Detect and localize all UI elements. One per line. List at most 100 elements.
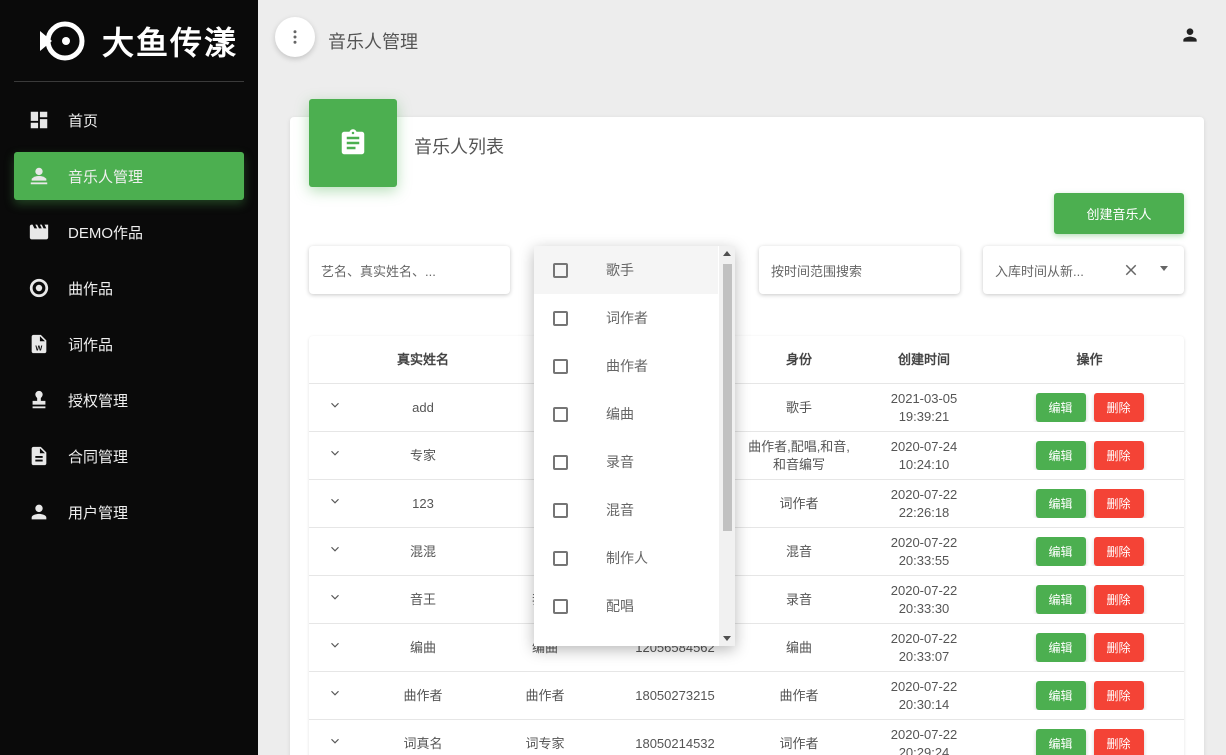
delete-button[interactable]: 删除 <box>1093 681 1144 710</box>
dropdown-option[interactable]: 录音 <box>534 438 718 486</box>
delete-button[interactable]: 删除 <box>1093 633 1144 662</box>
cell-created-date: 2020-07-22 <box>890 486 958 502</box>
stamp-icon <box>28 389 50 411</box>
chevron-down-icon <box>328 736 342 751</box>
chevron-down-icon[interactable] <box>1160 266 1168 271</box>
chevron-down-icon <box>328 448 342 463</box>
topbar: 音乐人管理 <box>258 0 1226 76</box>
table-row[interactable]: 音王我不录音2020-07-2220:33:30编辑删除 <box>309 576 1184 624</box>
edit-button[interactable]: 编辑 <box>1035 633 1086 662</box>
table-row[interactable]: 编曲 编曲 12056584562 编曲 2020-07-22 20:33:07 编辑 删除 <box>309 624 1184 672</box>
dropdown-option[interactable]: 歌手 <box>534 246 718 294</box>
dropdown-scrollbar[interactable] <box>719 246 735 646</box>
dropdown-option[interactable]: 混音 <box>534 486 718 534</box>
expand-row-button[interactable] <box>309 542 361 561</box>
sidebar: 大鱼传漾 首页 音乐人管理 DEMO作品 曲作品 W 词作品 授权管理 合同管理… <box>0 0 258 755</box>
scrollbar-thumb[interactable] <box>723 264 732 531</box>
sidebar-item-users[interactable]: 用户管理 <box>14 488 244 536</box>
table-row[interactable]: 123 词作者 2020-07-22 22:26:18 编辑 删除 <box>309 480 1184 528</box>
cell-identity: 混音 <box>785 543 812 559</box>
vinyl-icon <box>28 277 50 299</box>
scroll-down-icon[interactable] <box>723 636 731 641</box>
dropdown-option[interactable]: 曲作者 <box>534 342 718 390</box>
table-row[interactable]: 混混混混音2020-07-2220:33:55编辑删除 <box>309 528 1184 576</box>
column-header-created[interactable]: 创建时间 <box>853 351 995 369</box>
cell-created-date: 2020-07-22 <box>890 582 958 598</box>
sidebar-item-contracts[interactable]: 合同管理 <box>14 432 244 480</box>
cell-created-date: 2020-07-22 <box>890 534 958 550</box>
sidebar-item-home[interactable]: 首页 <box>14 96 244 144</box>
dropdown-option-label: 编曲 <box>606 406 634 422</box>
checkbox[interactable] <box>553 598 568 614</box>
dropdown-option[interactable]: 词作者 <box>534 294 718 342</box>
more-menu-button[interactable] <box>275 17 315 57</box>
cell-created-time: 22:26:18 <box>898 504 950 520</box>
sidebar-item-demo[interactable]: DEMO作品 <box>14 208 244 256</box>
checkbox[interactable] <box>553 454 568 470</box>
dropdown-option[interactable]: 配唱 <box>534 582 718 630</box>
cell-created-date: 2020-07-24 <box>890 438 958 454</box>
dropdown-option[interactable]: 编曲 <box>534 390 718 438</box>
sidebar-item-lyrics[interactable]: W 词作品 <box>14 320 244 368</box>
checkbox[interactable] <box>553 262 568 278</box>
delete-button[interactable]: 删除 <box>1093 393 1144 422</box>
sort-select[interactable]: 入库时间从新... <box>983 246 1184 294</box>
expand-row-button[interactable] <box>309 446 361 465</box>
sidebar-item-licenses[interactable]: 授权管理 <box>14 376 244 424</box>
table-row[interactable]: 词真名 词专家 18050214532 词作者 2020-07-22 20:29:24 编辑… <box>309 720 1184 755</box>
table-header: 真实姓名 身份 创建时间 操作 <box>309 336 1184 384</box>
person-icon <box>28 501 50 523</box>
expand-row-button[interactable] <box>309 590 361 609</box>
table-row[interactable]: add 歌手 2021-03-05 19:39:21 编辑 删除 <box>309 384 1184 432</box>
create-musician-button[interactable]: 创建音乐人 <box>1054 193 1184 234</box>
sidebar-item-label: 合同管理 <box>68 448 129 466</box>
delete-button[interactable]: 删除 <box>1093 585 1144 614</box>
edit-button[interactable]: 编辑 <box>1035 681 1086 710</box>
checkbox[interactable] <box>553 358 568 374</box>
delete-button[interactable]: 删除 <box>1093 537 1144 566</box>
delete-button[interactable]: 删除 <box>1093 729 1144 755</box>
column-header-identity[interactable]: 身份 <box>745 351 853 369</box>
checkbox[interactable] <box>553 310 568 326</box>
search-input[interactable]: 艺名、真实姓名、... <box>309 246 510 294</box>
edit-button[interactable]: 编辑 <box>1035 441 1086 470</box>
expand-row-button[interactable] <box>309 398 361 417</box>
chevron-down-icon <box>328 544 342 559</box>
column-header-name[interactable]: 真实姓名 <box>361 351 485 369</box>
checkbox[interactable] <box>553 406 568 422</box>
chevron-down-icon <box>328 400 342 415</box>
sidebar-item-label: 用户管理 <box>68 504 129 522</box>
brand-logo[interactable]: 大鱼传漾 <box>14 0 244 82</box>
table-row[interactable]: 曲作者 曲作者 18050273215 曲作者 2020-07-22 20:30:14 编辑… <box>309 672 1184 720</box>
dropdown-option-label: 配唱 <box>606 598 634 614</box>
cell-name: 专家 <box>409 447 436 463</box>
edit-button[interactable]: 编辑 <box>1035 729 1086 755</box>
table-row[interactable]: 专家 曲作者,配唱,和音,和音编写 2020-07-24 10:24:10 编辑 删除 <box>309 432 1184 480</box>
cell-identity: 曲作者,配唱,和音,和音编写 <box>748 438 850 472</box>
edit-button[interactable]: 编辑 <box>1035 537 1086 566</box>
checkbox[interactable] <box>553 502 568 518</box>
card-header-icon <box>309 99 397 187</box>
edit-button[interactable]: 编辑 <box>1035 393 1086 422</box>
time-range-input[interactable]: 按时间范围搜索 <box>759 246 960 294</box>
checkbox[interactable] <box>553 550 568 566</box>
expand-row-button[interactable] <box>309 638 361 657</box>
sidebar-item-musicians[interactable]: 音乐人管理 <box>14 152 244 200</box>
sidebar-item-compositions[interactable]: 曲作品 <box>14 264 244 312</box>
edit-button[interactable]: 编辑 <box>1035 585 1086 614</box>
scroll-up-icon[interactable] <box>723 251 731 256</box>
chevron-down-icon <box>328 688 342 703</box>
expand-row-button[interactable] <box>309 686 361 705</box>
delete-button[interactable]: 删除 <box>1093 489 1144 518</box>
dropdown-option-label: 制作人 <box>606 550 648 566</box>
edit-button[interactable]: 编辑 <box>1035 489 1086 518</box>
cell-stage-name: 词专家 <box>525 735 565 751</box>
cell-created: 2020-07-22 20:33:55 <box>853 534 995 570</box>
clear-icon[interactable] <box>1122 261 1140 279</box>
delete-button[interactable]: 删除 <box>1093 441 1144 470</box>
document-icon <box>28 445 50 467</box>
dropdown-option[interactable]: 制作人 <box>534 534 718 582</box>
user-account-button[interactable] <box>1180 25 1200 45</box>
expand-row-button[interactable] <box>309 734 361 753</box>
expand-row-button[interactable] <box>309 494 361 513</box>
